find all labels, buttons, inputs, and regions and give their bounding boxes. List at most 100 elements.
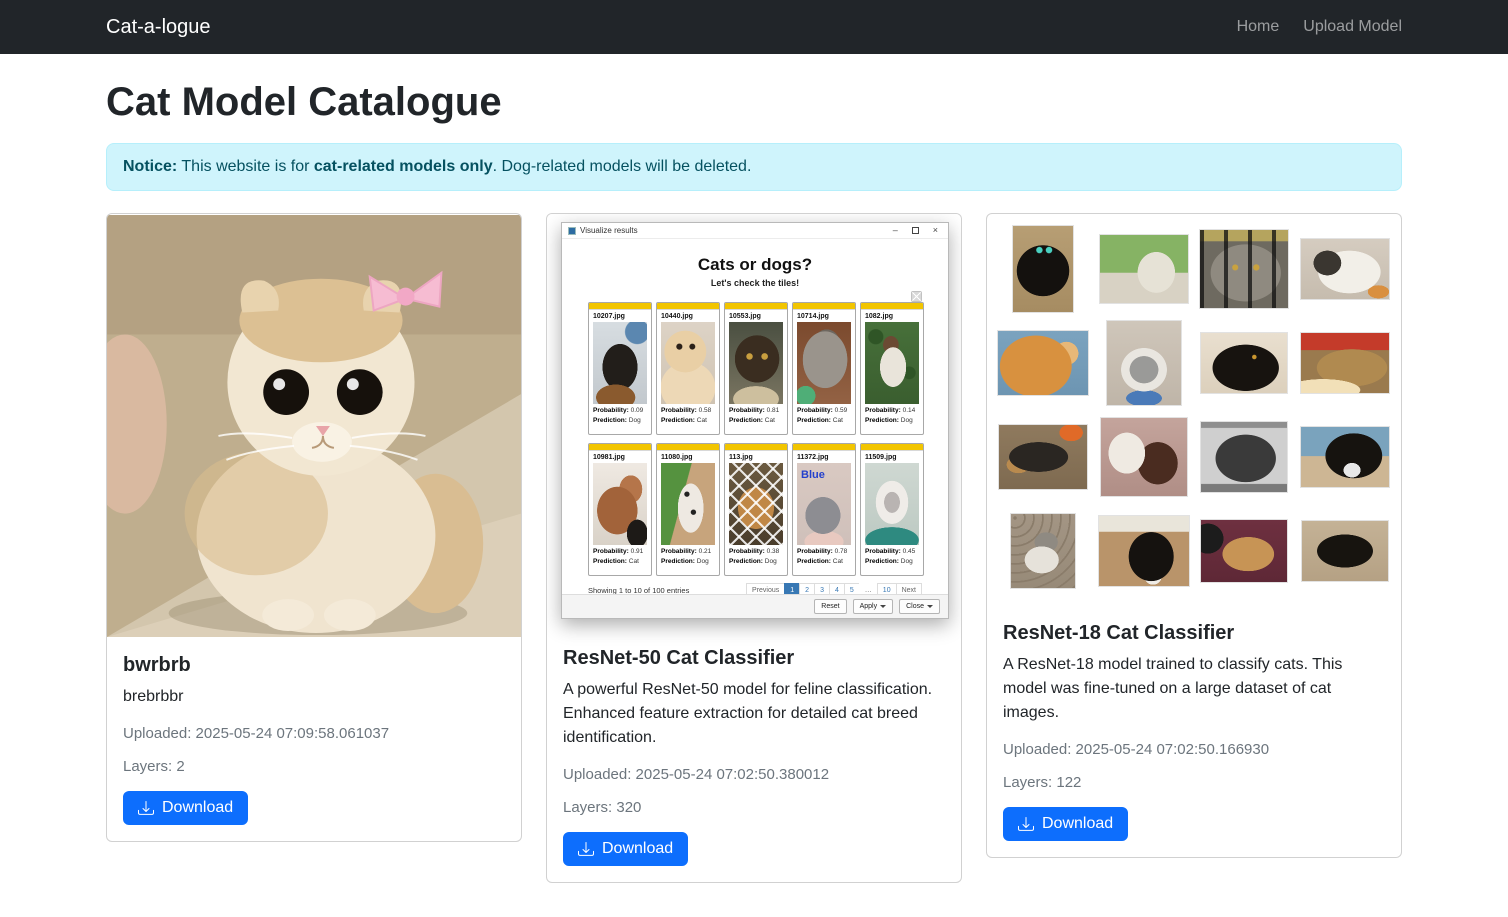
visualize-window: Visualize results – × Cats or dogs? Let'… [561,222,949,619]
download-icon [578,841,594,857]
model-uploaded: Uploaded: 2025-05-24 07:02:50.166930 [1003,741,1385,758]
window-titlebar: Visualize results – × [562,223,948,239]
chevron-down-icon [880,605,886,608]
tile-header-bar [657,444,719,451]
tile-filename: 10207.jpg [589,310,651,322]
app-icon [568,227,576,235]
download-button[interactable]: Download [563,832,688,866]
model-uploaded: Uploaded: 2025-05-24 07:09:58.061037 [123,725,505,742]
prediction-value: Cat [629,558,639,565]
reset-button: Reset [814,599,846,614]
chevron-down-icon [927,605,933,608]
probability-value: 0.91 [631,548,644,555]
tan-dog-maroon-carpet-photo [1200,519,1288,583]
tile-filename: 10981.jpg [589,451,651,463]
prediction-value: Cat [833,417,843,424]
window-button-bar: Reset Apply Close [562,594,948,618]
probability-value: 0.09 [631,407,644,414]
black-dog-blue-wall-photo [1300,426,1390,488]
window-title: Visualize results [580,226,893,235]
tile-filename: 1082.jpg [861,310,923,322]
prediction-value: Cat [765,417,775,424]
probability-label: Probability: [729,407,765,414]
model-card-resnet50: Visualize results – × Cats or dogs? Let'… [546,213,962,883]
close-button: Close [899,599,940,614]
probability-value: 0.14 [903,407,916,414]
tile-filename: 10440.jpg [657,310,719,322]
probability-label: Probability: [661,548,697,555]
model-description: A powerful ResNet-50 model for feline cl… [563,678,945,750]
tile-10553: 10553.jpg Probability: 0.81 Prediction: … [724,302,788,435]
probability-value: 0.58 [699,407,712,414]
tile-filename: 11509.jpg [861,451,923,463]
nav-link-upload-model[interactable]: Upload Model [1303,18,1402,36]
model-layers: Layers: 122 [1003,774,1385,791]
cat-behind-chainlink-fence-photo [729,463,783,545]
tile-header-bar [793,444,855,451]
tile-filename: 10714.jpg [793,310,855,322]
probability-label: Probability: [593,548,629,555]
model-description: A ResNet-18 model trained to classify ca… [1003,653,1385,725]
brand-link[interactable]: Cat-a-logue [106,16,211,39]
page-title: Cat Model Catalogue [106,80,1402,125]
border-collie-dog-photo [1098,515,1190,587]
tile-11080: 11080.jpg Probability: 0.21 Prediction: … [656,443,720,576]
prediction-value: Cat [697,417,707,424]
tile-header-bar [861,444,923,451]
apply-button: Apply [853,599,894,614]
tile-1082: 1082.jpg Probability: 0.14 Prediction: D… [860,302,924,435]
probability-label: Probability: [797,548,833,555]
visualize-results-window-screenshot: Visualize results – × Cats or dogs? Let'… [547,214,961,631]
model-description: brebrbbr [123,685,505,709]
tile-10207: 10207.jpg Probability: 0.09 Prediction: … [588,302,652,435]
tile-grid: 10207.jpg Probability: 0.09 Prediction: … [588,302,922,576]
probability-value: 0.59 [835,407,848,414]
probability-value: 0.78 [835,548,848,555]
minimize-icon: – [893,226,898,235]
gray-tabby-in-cage-photo [1199,229,1289,309]
prediction-label: Prediction: [661,558,695,565]
black-kitten-photo [1012,225,1074,313]
download-button[interactable]: Download [1003,807,1128,841]
tile-filename: 10553.jpg [725,310,787,322]
notice-bold-text: cat-related models only [314,158,493,175]
viz-heading: Cats or dogs? [562,255,948,275]
tile-header-bar [589,444,651,451]
download-label: Download [1042,815,1113,833]
white-cat-at-window-photo [1099,234,1189,304]
dalmatian-dog-photo [661,463,715,545]
nav-link-home[interactable]: Home [1237,18,1280,36]
probability-value: 0.45 [903,548,916,555]
cream-kitten-photo [661,322,715,404]
notice-text-before: This website is for [177,158,314,175]
probability-value: 0.81 [767,407,780,414]
probability-label: Probability: [865,407,901,414]
prediction-label: Prediction: [593,558,627,565]
small-dog-on-gravel-photo [1010,513,1076,589]
cats-and-dogs-grid-preview [987,214,1401,606]
probability-label: Probability: [661,407,697,414]
two-dogs-pink-collar-photo [1100,417,1188,497]
white-cat-on-rug-photo [1300,238,1390,300]
download-button[interactable]: Download [123,791,248,825]
model-card-bwrbrb: bwrbrb brebrbbr Uploaded: 2025-05-24 07:… [106,213,522,842]
grayscale-dog-photo [1200,421,1288,493]
viz-subheading: Let's check the tiles! [562,278,948,288]
prediction-label: Prediction: [661,417,695,424]
tile-10440: 10440.jpg Probability: 0.58 Prediction: … [656,302,720,435]
gray-cat-on-bed-photo: Blue [797,463,851,545]
model-title: bwrbrb [123,654,505,677]
model-card-resnet18: ResNet-18 Cat Classifier A ResNet-18 mod… [986,213,1402,858]
gray-white-kitten-photo [1106,320,1182,406]
probability-value: 0.21 [699,548,712,555]
tile-113: 113.jpg Probability: 0.38 Prediction: Do… [724,443,788,576]
probability-value: 0.38 [767,548,780,555]
close-icon: × [933,226,938,235]
prediction-label: Prediction: [729,417,763,424]
tile-11509: 11509.jpg Probability: 0.45 Prediction: … [860,443,924,576]
prediction-label: Prediction: [865,558,899,565]
navbar: Cat-a-logue Home Upload Model [0,0,1508,54]
shaggy-gray-dog-photo [797,322,851,404]
tile-filename: 11372.jpg [793,451,855,463]
tile-header-bar [657,303,719,310]
